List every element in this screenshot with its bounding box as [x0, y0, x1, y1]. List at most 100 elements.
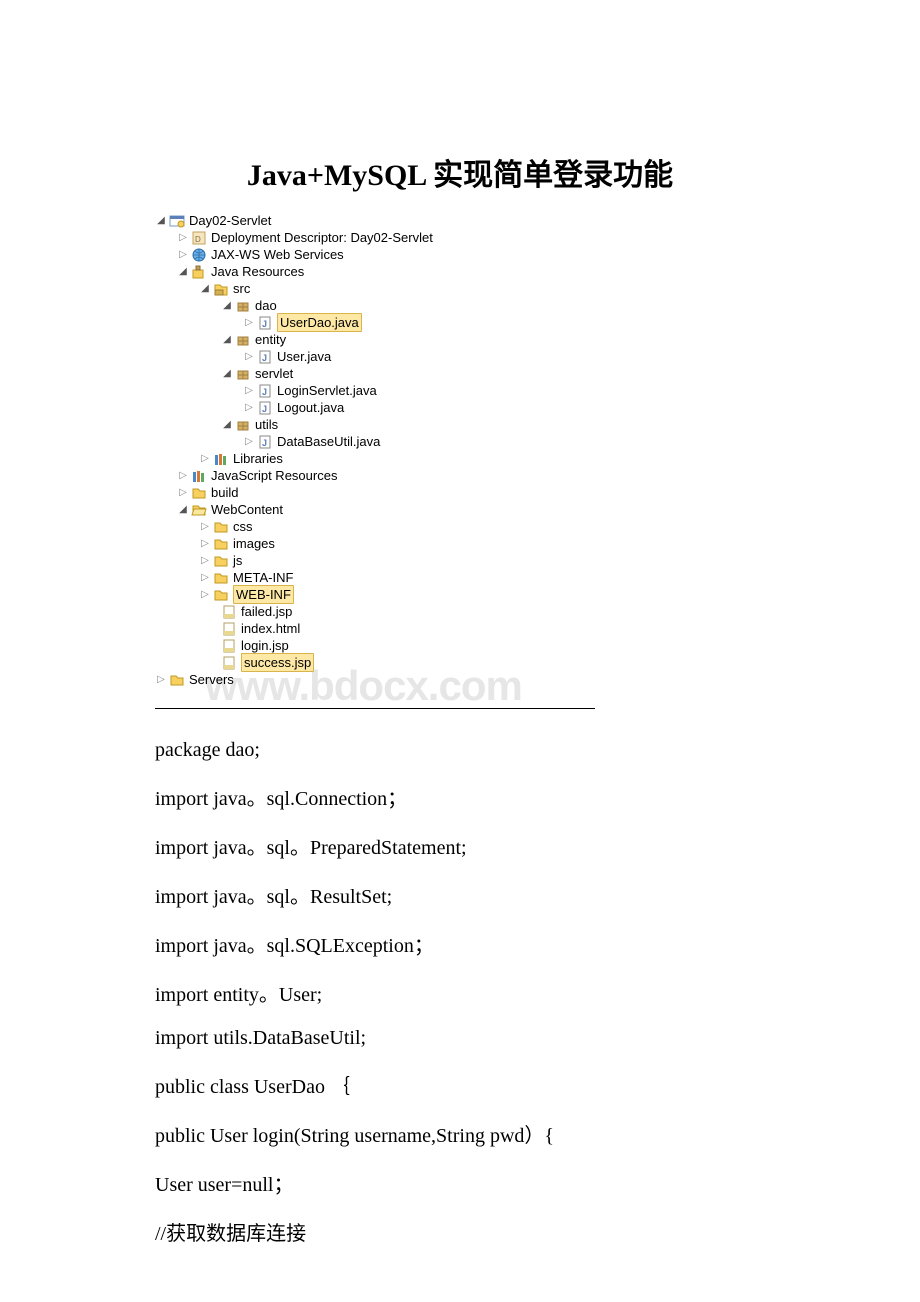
tree-item-index[interactable]: index.html — [155, 620, 765, 637]
folder-icon — [213, 536, 229, 552]
expand-icon[interactable] — [199, 535, 211, 552]
libraries-icon — [213, 451, 229, 467]
tree-item-entity[interactable]: entity — [155, 331, 765, 348]
java-file-icon: J — [257, 434, 273, 450]
java-file-icon: J — [257, 383, 273, 399]
tree-item-webinf[interactable]: WEB-INF — [155, 586, 765, 603]
expand-icon[interactable] — [243, 314, 255, 331]
folder-open-icon — [191, 502, 207, 518]
tree-item-dao[interactable]: dao — [155, 297, 765, 314]
tree-item-servlet[interactable]: servlet — [155, 365, 765, 382]
tree-item-servers[interactable]: Servers — [155, 671, 765, 688]
expand-icon[interactable] — [243, 348, 255, 365]
tree-item-webcontent[interactable]: WebContent — [155, 501, 765, 518]
code-line: import java。sql.SQLException； — [155, 929, 765, 958]
svg-text:J: J — [262, 438, 267, 448]
expand-icon[interactable] — [177, 467, 189, 484]
tree-item-failed[interactable]: failed.jsp — [155, 603, 765, 620]
tree-item-css[interactable]: css — [155, 518, 765, 535]
folder-icon — [169, 672, 185, 688]
expand-icon[interactable] — [243, 433, 255, 450]
tree-label: Libraries — [233, 450, 283, 467]
jsp-file-icon — [221, 638, 237, 654]
expand-icon[interactable] — [177, 263, 189, 280]
expand-icon[interactable] — [221, 331, 233, 348]
code-line: import java。sql。PreparedStatement; — [155, 831, 765, 860]
expand-icon[interactable] — [243, 382, 255, 399]
jsp-file-icon — [221, 655, 237, 671]
tree-item-loginservlet[interactable]: J LoginServlet.java — [155, 382, 765, 399]
expand-icon[interactable] — [177, 484, 189, 501]
tree-item-project[interactable]: Day02-Servlet — [155, 212, 765, 229]
tree-label: JAX-WS Web Services — [211, 246, 344, 263]
deployment-icon: D — [191, 230, 207, 246]
tree-item-jaxws[interactable]: JAX-WS Web Services — [155, 246, 765, 263]
tree-item-dbutil[interactable]: J DataBaseUtil.java — [155, 433, 765, 450]
tree-item-build[interactable]: build — [155, 484, 765, 501]
package-icon — [235, 366, 251, 382]
tree-label: Logout.java — [277, 399, 344, 416]
svg-text:D: D — [195, 235, 201, 244]
tree-item-login[interactable]: login.jsp — [155, 637, 765, 654]
svg-text:J: J — [262, 387, 267, 397]
expand-icon[interactable] — [221, 416, 233, 433]
expand-icon[interactable] — [199, 552, 211, 569]
expand-icon[interactable] — [177, 229, 189, 246]
tree-label: WEB-INF — [233, 585, 294, 604]
project-icon — [169, 213, 185, 229]
expand-icon[interactable] — [243, 399, 255, 416]
java-resources-icon — [191, 264, 207, 280]
tree-item-logout[interactable]: J Logout.java — [155, 399, 765, 416]
project-tree: Day02-Servlet D Deployment Descriptor: D… — [155, 212, 765, 688]
expand-icon[interactable] — [221, 297, 233, 314]
folder-icon — [213, 587, 229, 603]
expand-icon[interactable] — [177, 246, 189, 263]
tree-label: css — [233, 518, 253, 535]
expand-icon[interactable] — [199, 280, 211, 297]
tree-item-success[interactable]: success.jsp — [155, 654, 765, 671]
tree-label: WebContent — [211, 501, 283, 518]
expand-icon[interactable] — [199, 569, 211, 586]
tree-item-jsres[interactable]: JavaScript Resources — [155, 467, 765, 484]
code-block: package dao; import java。sql.Connection；… — [155, 739, 765, 1246]
tree-label: User.java — [277, 348, 331, 365]
package-icon — [235, 332, 251, 348]
tree-label: servlet — [255, 365, 293, 382]
java-file-icon: J — [257, 400, 273, 416]
tree-item-metainf[interactable]: META-INF — [155, 569, 765, 586]
expand-icon[interactable] — [199, 586, 211, 603]
svg-text:J: J — [262, 319, 267, 329]
folder-icon — [213, 553, 229, 569]
tree-item-javares[interactable]: Java Resources — [155, 263, 765, 280]
expand-icon[interactable] — [199, 518, 211, 535]
java-file-icon: J — [257, 315, 273, 331]
tree-item-libraries[interactable]: Libraries — [155, 450, 765, 467]
code-line: import entity。User; — [155, 978, 765, 1007]
code-line: User user=null； — [155, 1168, 765, 1197]
page-title: Java+MySQL 实现简单登录功能 — [155, 150, 765, 194]
expand-icon[interactable] — [221, 365, 233, 382]
tree-label: Day02-Servlet — [189, 212, 271, 229]
tree-label: index.html — [241, 620, 300, 637]
libraries-icon — [191, 468, 207, 484]
expand-icon[interactable] — [155, 671, 167, 688]
source-folder-icon — [213, 281, 229, 297]
expand-icon[interactable] — [199, 450, 211, 467]
tree-item-utils[interactable]: utils — [155, 416, 765, 433]
tree-label: images — [233, 535, 275, 552]
globe-icon — [191, 247, 207, 263]
tree-label: js — [233, 552, 242, 569]
tree-label: META-INF — [233, 569, 293, 586]
tree-item-js[interactable]: js — [155, 552, 765, 569]
tree-item-user[interactable]: J User.java — [155, 348, 765, 365]
tree-item-images[interactable]: images — [155, 535, 765, 552]
code-line: package dao; — [155, 739, 765, 762]
tree-item-userdao[interactable]: J UserDao.java — [155, 314, 765, 331]
tree-item-src[interactable]: src — [155, 280, 765, 297]
tree-label: build — [211, 484, 238, 501]
tree-item-deploy[interactable]: D Deployment Descriptor: Day02-Servlet — [155, 229, 765, 246]
expand-icon[interactable] — [177, 501, 189, 518]
code-line: import java。sql。ResultSet; — [155, 880, 765, 909]
expand-icon[interactable] — [155, 212, 167, 229]
tree-label: Java Resources — [211, 263, 304, 280]
